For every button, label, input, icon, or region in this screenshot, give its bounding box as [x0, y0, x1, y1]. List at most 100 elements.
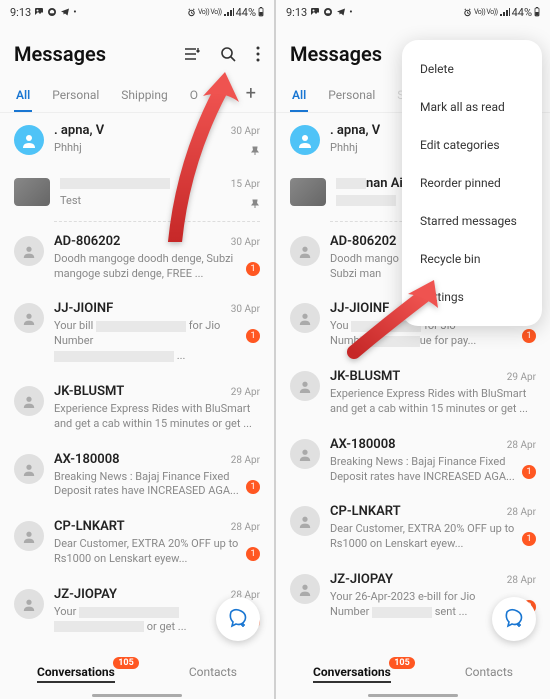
status-time: 9:13 [10, 6, 31, 19]
search-icon[interactable] [220, 46, 236, 62]
battery-icon [534, 7, 540, 17]
list-item[interactable]: AD-80620230 Apr Doodh mangoge doodh deng… [0, 224, 274, 292]
nav-handle[interactable] [92, 694, 182, 697]
conversation-list: . apna, V 30 Apr Phhhj 15 Apr Test AD-806… [0, 113, 274, 645]
conv-name: AX-180008 [330, 437, 396, 452]
status-bar: 9:13 • Vo)) Vo)) 44% [276, 0, 550, 24]
avatar [14, 521, 44, 551]
avatar [290, 178, 326, 206]
whatsapp-icon [323, 7, 333, 17]
menu-mark-read[interactable]: Mark all as read [402, 88, 542, 126]
screen-left: 9:13 • Vo)) Vo)) 44% Messages All Person… [0, 0, 274, 699]
conv-date: 30 Apr [231, 126, 260, 137]
list-item[interactable]: AX-18000828 Apr Breaking News : Bajaj Fi… [276, 427, 550, 495]
unread-badge: 1 [246, 547, 260, 561]
telegram-icon [60, 7, 70, 17]
conv-name [60, 176, 170, 191]
conv-preview: Experience Express Rides with BluSmart a… [54, 402, 260, 432]
tab-all[interactable]: All [14, 80, 32, 112]
list-item[interactable]: JJ-JIOINF30 Apr Your bill for Jio Number… [0, 291, 274, 374]
conv-date: 28 Apr [507, 507, 536, 518]
conv-name: JZ-JIOPAY [330, 572, 393, 587]
avatar [14, 386, 44, 416]
header: Messages [0, 24, 274, 80]
conv-name: . apna, V [54, 123, 104, 138]
tab-shipping[interactable]: Shipping [119, 80, 169, 112]
screen-right: 9:13 • Vo)) Vo)) 44% Messages All Person… [276, 0, 550, 699]
tabs: All Personal Shipping O + [0, 80, 274, 113]
list-item[interactable]: JK-BLUSMT29 Apr Experience Express Rides… [276, 359, 550, 427]
tab-all[interactable]: All [290, 80, 308, 112]
avatar [290, 371, 320, 401]
nav-handle[interactable] [368, 694, 458, 697]
avatar [290, 439, 320, 469]
conv-preview: Phhhj [54, 141, 244, 156]
conv-count-badge: 105 [389, 657, 415, 669]
filter-icon[interactable] [184, 46, 200, 62]
conv-date: 29 Apr [507, 372, 536, 383]
unread-badge: 1 [246, 480, 260, 494]
signal-icon [224, 8, 234, 17]
conv-name: AX-180008 [54, 452, 120, 467]
menu-settings[interactable]: Settings [402, 278, 542, 316]
conv-preview: Test [60, 194, 244, 209]
unread-badge: 1 [522, 465, 536, 479]
avatar [14, 589, 44, 619]
conv-date: 15 Apr [231, 179, 260, 190]
conv-preview: Breaking News : Bajaj Finance Fixed Depo… [54, 470, 240, 500]
tab-contacts[interactable]: Contacts [457, 661, 521, 683]
tab-personal[interactable]: Personal [326, 80, 377, 112]
tab-overflow[interactable]: O [188, 80, 200, 112]
list-item[interactable]: CP-LNKART28 Apr Dear Customer, EXTRA 20%… [0, 509, 274, 577]
conv-date: 30 Apr [231, 237, 260, 248]
gallery-icon [310, 7, 320, 17]
pin-icon [250, 199, 260, 209]
status-battery: 44% [236, 6, 256, 19]
conv-preview: Your or get ... [54, 605, 240, 635]
compose-fab[interactable] [216, 597, 260, 641]
tab-conversations[interactable]: Conversations105 [29, 661, 123, 683]
list-item[interactable]: JK-BLUSMT29 Apr Experience Express Rides… [0, 374, 274, 442]
status-battery: 44% [512, 6, 532, 19]
avatar [14, 454, 44, 484]
compose-icon [227, 608, 249, 630]
conv-date: 28 Apr [231, 522, 260, 533]
list-item[interactable]: 15 Apr Test [0, 166, 274, 219]
unread-badge: 1 [522, 532, 536, 546]
menu-edit-categories[interactable]: Edit categories [402, 126, 542, 164]
conv-preview: Your bill for Jio Number ... [54, 319, 240, 364]
conv-preview: Your 26-Apr-2023 e-bill for Jio Number s… [330, 590, 516, 620]
conv-date: 28 Apr [231, 455, 260, 466]
conv-name: JJ-JIOINF [330, 301, 389, 316]
tab-personal[interactable]: Personal [50, 80, 101, 112]
conv-date: 29 Apr [231, 387, 260, 398]
conv-count-badge: 105 [113, 657, 139, 669]
bottom-nav: Conversations105 Contacts [276, 651, 550, 689]
battery-icon [258, 7, 264, 17]
signal-icon [500, 8, 510, 17]
list-item[interactable]: CP-LNKART 28 Apr Dear Customer, EXTRA 20%… [276, 494, 550, 562]
tab-contacts[interactable]: Contacts [181, 661, 245, 683]
unread-badge: 1 [246, 329, 260, 343]
more-icon[interactable] [256, 46, 260, 62]
list-item[interactable]: AX-180008 28 Apr Breaking News : Bajaj Fi… [0, 442, 274, 510]
tab-add[interactable]: + [242, 83, 260, 110]
status-time: 9:13 [286, 6, 307, 19]
compose-fab[interactable] [492, 597, 536, 641]
menu-reorder-pinned[interactable]: Reorder pinned [402, 164, 542, 202]
menu-delete[interactable]: Delete [402, 50, 542, 88]
conv-preview: Dear Customer, EXTRA 20% OFF up to Rs100… [330, 522, 516, 552]
avatar [14, 125, 44, 155]
list-item[interactable]: . apna, V 30 Apr Phhhj [0, 113, 274, 166]
tab-conversations[interactable]: Conversations105 [305, 661, 399, 683]
menu-recycle-bin[interactable]: Recycle bin [402, 240, 542, 278]
conv-name: CP-LNKART [330, 504, 401, 519]
conv-name: . apna, V [330, 123, 380, 138]
unread-badge: 1 [246, 262, 260, 276]
conv-preview: Experience Express Rides with BluSmart a… [330, 387, 536, 417]
divider [54, 221, 260, 222]
gallery-icon [34, 7, 44, 17]
status-bar: 9:13 • Vo)) Vo)) 44% [0, 0, 274, 24]
menu-starred[interactable]: Starred messages [402, 202, 542, 240]
page-title: Messages [14, 42, 106, 66]
